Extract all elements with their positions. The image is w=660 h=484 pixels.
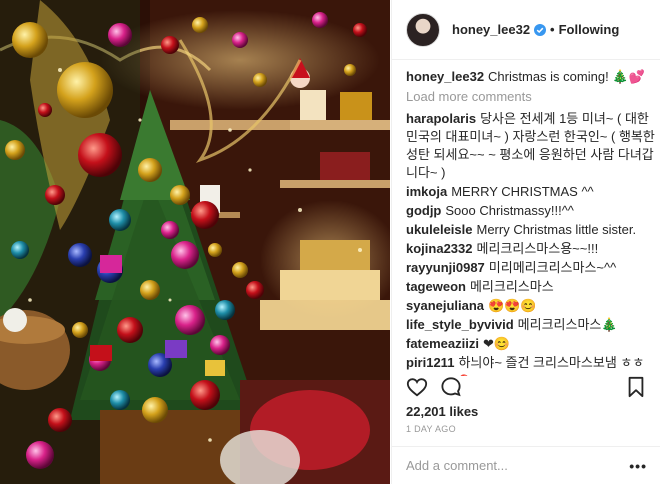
comment-username[interactable]: syanejuliana bbox=[406, 298, 484, 313]
comment-item: godjp Sooo Christmassy!!!^^ bbox=[406, 202, 656, 220]
post-actions bbox=[406, 376, 646, 398]
caption: honey_lee32 Christmas is coming! 🎄💕 bbox=[406, 68, 656, 86]
comment-username[interactable]: tageweon bbox=[406, 279, 466, 294]
comment-username[interactable]: harapolaris bbox=[406, 111, 476, 126]
post-photo[interactable] bbox=[0, 0, 390, 484]
add-comment-input[interactable] bbox=[406, 458, 630, 473]
post-side-panel: honey_lee32 • Following honey_lee32 Chris… bbox=[391, 0, 660, 484]
comment-item: imkoja MERRY CHRISTMAS ^^ bbox=[406, 183, 656, 201]
separator-dot: • bbox=[550, 22, 555, 37]
comment-text: ❤😊 bbox=[482, 336, 511, 351]
heart-icon[interactable] bbox=[406, 376, 428, 398]
comment-item: piri1211 하늬야~ 즐건 크리스마스보냄 ㅎㅎ bbox=[406, 354, 656, 372]
comment-item: syanejuliana 😍😍😊 bbox=[406, 297, 656, 315]
comment-item: fatemeaziizi ❤😊 bbox=[406, 335, 656, 353]
more-options-button[interactable]: ••• bbox=[629, 458, 647, 474]
add-comment-bar: ••• bbox=[392, 446, 660, 484]
likes-count[interactable]: 22,201 likes bbox=[406, 404, 478, 419]
comment-username[interactable]: fatemeaziizi bbox=[406, 336, 479, 351]
comment-username[interactable]: ukuleleisle bbox=[406, 222, 472, 237]
following-button[interactable]: Following bbox=[559, 22, 620, 37]
avatar[interactable] bbox=[406, 12, 440, 47]
comment-item: ukuleleisle Merry Christmas little sister… bbox=[406, 221, 656, 239]
bookmark-icon[interactable] bbox=[626, 376, 646, 398]
comment-item: harapolaris 당사은 전세계 1등 미녀~ ( 대한민국의 대표미녀~ … bbox=[406, 110, 656, 182]
comment-username[interactable]: kojina2332 bbox=[406, 241, 473, 256]
comments-list: honey_lee32 Christmas is coming! 🎄💕 Load … bbox=[406, 68, 656, 376]
comment-item: tageweon 메리크리스마스 bbox=[406, 278, 656, 296]
comment-text: 메리크리스마스🎄 bbox=[517, 317, 618, 332]
comment-item: kojina2332 메리크리스마스용~~!!! bbox=[406, 240, 656, 258]
comment-bubble-icon[interactable] bbox=[440, 376, 462, 398]
comment-username[interactable]: life_style_byvivid bbox=[406, 317, 514, 332]
author-username[interactable]: honey_lee32 bbox=[452, 22, 530, 37]
comment-text: 미리메리크리스마스~^^ bbox=[488, 260, 617, 275]
comment-username[interactable]: godjp bbox=[406, 203, 441, 218]
comment-username[interactable]: imkoja bbox=[406, 184, 447, 199]
caption-username[interactable]: honey_lee32 bbox=[406, 69, 484, 84]
verified-badge-icon bbox=[534, 23, 547, 36]
comment-text: 메리크리스마스 bbox=[469, 279, 554, 294]
comment-item: life_style_byvivid 메리크리스마스🎄 bbox=[406, 316, 656, 334]
instagram-post: honey_lee32 • Following honey_lee32 Chris… bbox=[0, 0, 660, 484]
comment-text: 하늬야~ 즐건 크리스마스보냄 ㅎㅎ bbox=[458, 355, 645, 370]
comment-text: 메리크리스마스용~~!!! bbox=[476, 241, 599, 256]
post-header: honey_lee32 • Following bbox=[392, 0, 660, 60]
comment-text: Sooo Christmassy!!!^^ bbox=[445, 203, 574, 218]
comment-username[interactable]: rayyunji0987 bbox=[406, 260, 485, 275]
comment-item: rayyunji0987 미리메리크리스마스~^^ bbox=[406, 259, 656, 277]
post-timestamp: 1 DAY AGO bbox=[406, 424, 456, 434]
comment-text: Merry Christmas little sister. bbox=[476, 222, 637, 237]
comment-username[interactable]: piri1211 bbox=[406, 355, 454, 370]
comment-text: 😍😍😊 bbox=[488, 298, 537, 313]
load-more-comments-link[interactable]: Load more comments bbox=[406, 89, 656, 104]
christmas-tree-photo bbox=[0, 0, 390, 484]
comment-text: MERRY CHRISTMAS ^^ bbox=[451, 184, 594, 199]
caption-text: Christmas is coming! 🎄💕 bbox=[488, 69, 645, 84]
